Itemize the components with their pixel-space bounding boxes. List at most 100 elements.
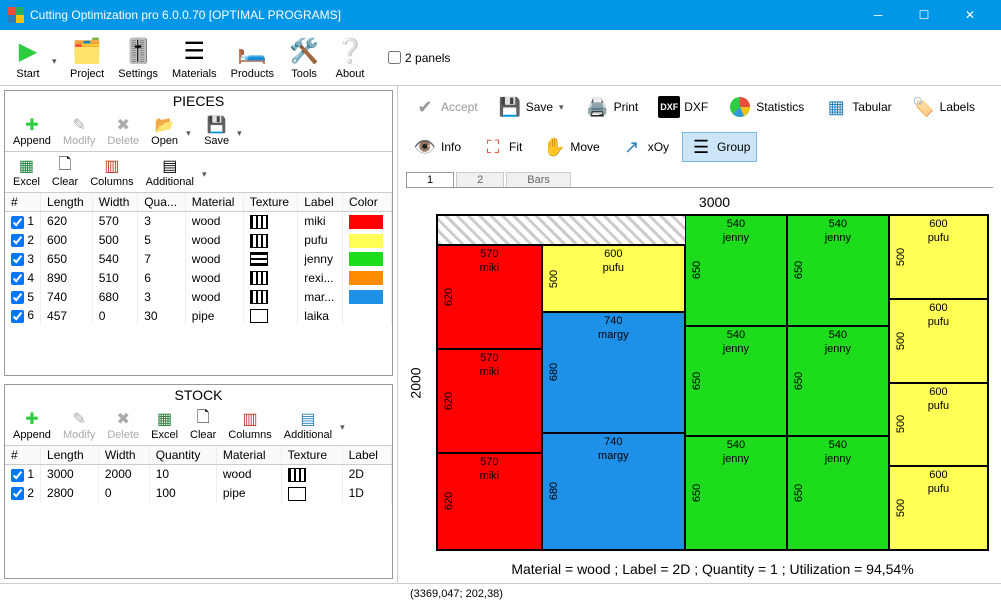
row-check[interactable] [11, 272, 24, 285]
stock-head: # Length Width Quantity Material Texture… [5, 446, 392, 465]
materials-button[interactable]: ☰ Materials [166, 34, 223, 82]
start-button[interactable]: ▶ Start [6, 34, 50, 82]
fit-button[interactable]: ⛶Fit [474, 132, 529, 162]
statistics-button[interactable]: Statistics [721, 92, 811, 122]
dxf-button[interactable]: DXFDXF [651, 93, 715, 121]
delete-button[interactable]: ✖Delete [103, 407, 143, 443]
delete-button[interactable]: ✖Delete [103, 113, 143, 149]
accept-button[interactable]: ✔Accept [406, 92, 485, 122]
table-row[interactable]: 2 6005005wood pufu [5, 231, 392, 250]
cut-piece[interactable]: 540jenny650 [685, 215, 787, 326]
expand-icon: ⛶ [481, 135, 505, 159]
cut-piece[interactable]: 540jenny650 [685, 326, 787, 437]
row-check[interactable] [11, 310, 24, 323]
maximize-button[interactable]: ☐ [901, 0, 947, 30]
save-button[interactable]: 💾Save [200, 113, 233, 149]
append-button[interactable]: ✚Append [9, 113, 55, 149]
save-icon: 💾 [207, 115, 227, 135]
tools-button[interactable]: 🛠️ Tools [282, 34, 326, 82]
table-row[interactable]: 5 7406803wood mar... [5, 287, 392, 306]
group-button[interactable]: ☰Group [682, 132, 757, 162]
axis-icon: ↗ [620, 135, 644, 159]
cut-piece[interactable]: 540jenny650 [685, 436, 787, 550]
save-dropdown[interactable]: ▾ [557, 102, 566, 113]
close-button[interactable]: ✕ [947, 0, 993, 30]
row-check[interactable] [11, 291, 24, 304]
labels-button[interactable]: 🏷️Labels [905, 92, 982, 122]
cut-piece[interactable]: 600pufu500 [889, 466, 988, 550]
start-dropdown[interactable]: ▾ [52, 48, 62, 67]
additional-dropdown[interactable]: ▾ [202, 165, 212, 180]
xoy-button[interactable]: ↗xOy [613, 132, 676, 162]
cut-piece[interactable]: 600pufu500 [889, 383, 988, 467]
products-button[interactable]: 🛏️ Products [225, 34, 280, 82]
cut-piece[interactable]: 600pufu500 [542, 245, 685, 312]
minimize-button[interactable]: ─ [855, 0, 901, 30]
move-button[interactable]: ✋Move [535, 132, 606, 162]
print-button[interactable]: 🖨️Print [579, 92, 646, 122]
append-button[interactable]: ✚Append [9, 407, 55, 443]
row-check[interactable] [11, 216, 24, 229]
row-check[interactable] [11, 487, 24, 500]
clear-button[interactable]: 🗋Clear [186, 407, 220, 443]
table-row[interactable]: 3 6505407wood jenny [5, 250, 392, 269]
cut-piece[interactable]: 570miki620 [437, 245, 542, 349]
table-row[interactable]: 1 3000200010wood 2D [5, 465, 392, 484]
additional-dropdown[interactable]: ▾ [340, 418, 350, 433]
info-button[interactable]: 👁️Info [406, 132, 468, 162]
pieces-toolbar-2: ▦Excel 🗋Clear ▥Columns ▤Additional ▾ [5, 152, 392, 192]
save-dropdown[interactable]: ▾ [237, 124, 247, 139]
table-row[interactable]: 2 28000100pipe 1D [5, 484, 392, 503]
settings-label: Settings [118, 68, 158, 80]
modify-button[interactable]: ✎Modify [59, 113, 99, 149]
open-button[interactable]: 📂Open [147, 113, 182, 149]
save-result-button[interactable]: 💾Save▾ [491, 92, 573, 122]
excel-button[interactable]: ▦Excel [9, 154, 44, 190]
settings-button[interactable]: 🎚️ Settings [112, 34, 164, 82]
axis-height: 2000 [406, 214, 426, 551]
cut-piece[interactable]: 570miki620 [437, 349, 542, 453]
cut-piece[interactable]: 540jenny650 [787, 215, 889, 326]
cut-piece[interactable]: 600pufu500 [889, 299, 988, 383]
row-check[interactable] [11, 234, 24, 247]
tab-2[interactable]: 2 [456, 172, 504, 187]
row-check[interactable] [11, 469, 24, 482]
cut-piece[interactable]: 740margy680 [542, 433, 685, 550]
clear-button[interactable]: 🗋Clear [48, 154, 82, 190]
tabular-button[interactable]: ▦Tabular [817, 92, 898, 122]
pieces-table: # Length Width Qua... Material Texture L… [5, 193, 392, 325]
additional-button[interactable]: ▤Additional [280, 407, 336, 443]
two-panels-input[interactable] [388, 51, 401, 64]
additional-button[interactable]: ▤Additional [142, 154, 198, 190]
cut-piece[interactable]: 540jenny650 [787, 436, 889, 550]
stock-table: # Length Width Quantity Material Texture… [5, 446, 392, 503]
tab-1[interactable]: 1 [406, 172, 454, 187]
stock-toolbar: ✚Append ✎Modify ✖Delete ▦Excel 🗋Clear ▥C… [5, 405, 392, 445]
cut-piece[interactable]: 600pufu500 [889, 215, 988, 299]
play-icon: ▶ [12, 36, 44, 68]
row-check[interactable] [11, 253, 24, 266]
two-panels-checkbox[interactable]: 2 panels [388, 51, 450, 65]
open-dropdown[interactable]: ▾ [186, 124, 196, 139]
columns-button[interactable]: ▥Columns [224, 407, 275, 443]
modify-button[interactable]: ✎Modify [59, 407, 99, 443]
table-row[interactable]: 4 8905106wood rexi... [5, 268, 392, 287]
columns-button[interactable]: ▥Columns [86, 154, 137, 190]
tab-bars[interactable]: Bars [506, 172, 571, 187]
excel-button[interactable]: ▦Excel [147, 407, 182, 443]
cut-piece[interactable]: 740margy680 [542, 312, 685, 433]
x-icon: ✖ [113, 409, 133, 429]
cut-piece[interactable]: 570miki620 [437, 453, 542, 550]
content: PIECES ✚Append ✎Modify ✖Delete 📂Open ▾ 💾… [0, 86, 1001, 583]
table-row[interactable]: 1 6205703wood miki [5, 212, 392, 231]
cut-piece[interactable]: 540jenny650 [787, 326, 889, 437]
tools-label: Tools [291, 68, 317, 80]
edit-icon: ✎ [69, 115, 89, 135]
table-row[interactable]: 6 457030pipe laika [5, 306, 392, 325]
about-button[interactable]: ❔ About [328, 34, 372, 82]
sheet[interactable]: 570miki620570miki620570miki620600pufu500… [436, 214, 989, 551]
left-pane: PIECES ✚Append ✎Modify ✖Delete 📂Open ▾ 💾… [0, 86, 398, 583]
products-label: Products [231, 68, 274, 80]
project-button[interactable]: 🗂️ Project [64, 34, 110, 82]
project-icon: 🗂️ [71, 36, 103, 68]
